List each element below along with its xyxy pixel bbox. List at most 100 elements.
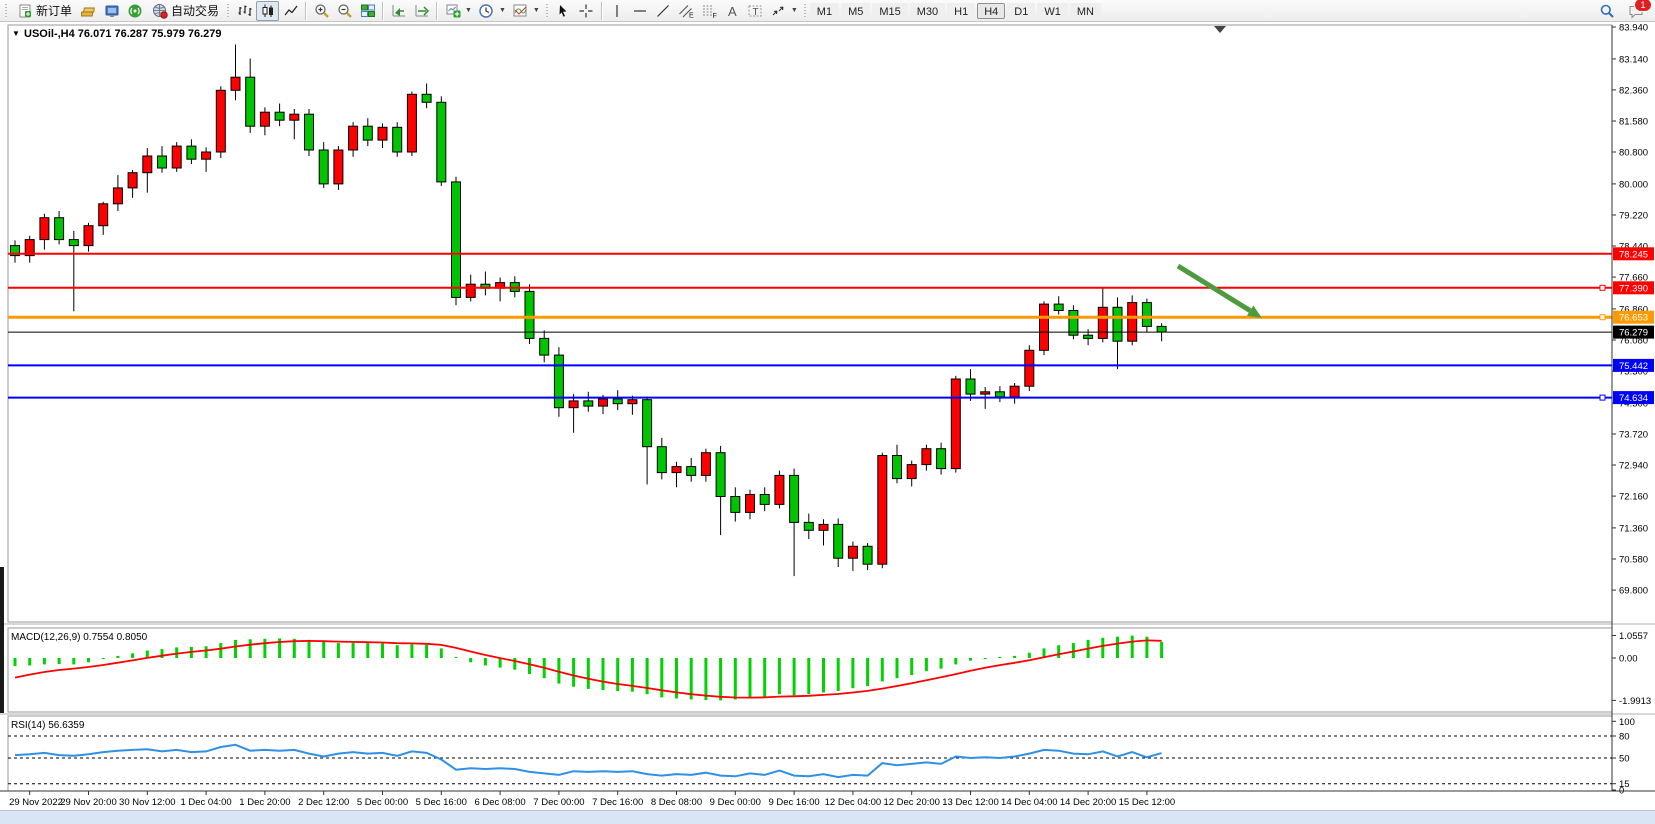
- text-icon: A: [724, 2, 741, 19]
- zoom-in-button[interactable]: [310, 1, 333, 21]
- candle-up: [334, 150, 343, 184]
- time-tick-label: 1 Dec 04:00: [180, 797, 231, 808]
- candle-up: [981, 392, 990, 394]
- channel-button[interactable]: E: [675, 1, 698, 21]
- timeframe-button-w1[interactable]: W1: [1037, 3, 1068, 19]
- line-handle[interactable]: [1600, 395, 1605, 400]
- candle-down: [731, 497, 740, 513]
- terminal-button[interactable]: [100, 1, 123, 21]
- time-tick-label: 14 Dec 20:00: [1060, 797, 1117, 808]
- line-handle[interactable]: [1600, 285, 1605, 290]
- time-tick-label: 7 Dec 00:00: [533, 797, 584, 808]
- auto-scroll-button[interactable]: [387, 1, 410, 21]
- rsi-scale-label: 80: [1619, 732, 1630, 743]
- search-button[interactable]: [1595, 1, 1618, 21]
- candle-down: [1142, 303, 1151, 327]
- signal-button[interactable]: [123, 1, 146, 21]
- autotrading-button[interactable]: 自动交易: [146, 1, 224, 21]
- tile-windows-button[interactable]: [356, 1, 379, 21]
- price-tick-label: 79.220: [1619, 211, 1648, 222]
- market-watch-button[interactable]: [77, 1, 100, 21]
- candle-down: [422, 94, 431, 102]
- timeframe-button-m5[interactable]: M5: [841, 3, 870, 19]
- candlestick-chart-button[interactable]: [256, 1, 279, 21]
- chart-shift-button[interactable]: [410, 1, 433, 21]
- candle-up: [99, 204, 108, 226]
- macd-label: MACD(12,26,9) 0.7554 0.8050: [11, 632, 148, 643]
- macd-scale-label: 1.0557: [1619, 631, 1648, 642]
- toolbar-separator: [382, 2, 384, 20]
- label-tool-button[interactable]: T: [744, 1, 767, 21]
- new-chart-button[interactable]: ▼: [441, 1, 475, 21]
- dropdown-arrow-icon: ▼: [499, 7, 506, 14]
- timeframe-button-m30[interactable]: M30: [910, 3, 945, 19]
- indicators-button[interactable]: ▼: [509, 1, 543, 21]
- time-tick-label: 12 Dec 20:00: [883, 797, 940, 808]
- candle-up: [113, 188, 122, 204]
- auto-scroll-icon: [390, 2, 407, 19]
- timeframe-button-m1[interactable]: M1: [810, 3, 839, 19]
- crosshair-button[interactable]: [575, 1, 598, 21]
- bar-chart-button[interactable]: [233, 1, 256, 21]
- timeframe-button-d1[interactable]: D1: [1007, 3, 1035, 19]
- rsi-scale-label: 50: [1619, 754, 1630, 765]
- candle-down: [554, 355, 563, 408]
- chart-title: ▼USOil-,H4 76.071 76.287 75.979 76.279: [12, 28, 222, 40]
- candle-down: [55, 218, 64, 240]
- price-tick-label: 81.580: [1619, 117, 1648, 128]
- toolbar-grip[interactable]: [4, 4, 9, 18]
- price-tick-label: 71.360: [1619, 523, 1648, 534]
- time-tick-label: 9 Dec 16:00: [768, 797, 819, 808]
- candle-down: [1084, 335, 1093, 338]
- timeframe-button-h4[interactable]: H4: [977, 3, 1005, 19]
- rsi-label: RSI(14) 56.6359: [11, 720, 85, 731]
- candle-down: [437, 102, 446, 182]
- candle-up: [819, 524, 828, 530]
- time-tick-label: 29 Nov 20:00: [60, 797, 117, 808]
- candle-up: [569, 401, 578, 408]
- chart-shift-icon: [413, 2, 430, 19]
- candle-down: [687, 467, 696, 476]
- candle-down: [657, 447, 666, 473]
- time-tick-label: 29 Nov 2022: [9, 797, 63, 808]
- vertical-line-button[interactable]: [606, 1, 629, 21]
- text-tool-button[interactable]: A: [721, 1, 744, 21]
- rsi-pane[interactable]: [8, 716, 1612, 791]
- line-handle[interactable]: [1600, 315, 1605, 320]
- candle-down: [834, 524, 843, 558]
- periods-button[interactable]: ▼: [475, 1, 509, 21]
- time-tick-label: 15 Dec 12:00: [1119, 797, 1176, 808]
- timeframe-button-m15[interactable]: M15: [872, 3, 907, 19]
- cursor-button[interactable]: [552, 1, 575, 21]
- line-chart-icon: [282, 2, 299, 19]
- toolbar-grip[interactable]: [226, 4, 231, 18]
- chat-button[interactable]: 1: [1624, 1, 1647, 21]
- candle-up: [260, 112, 269, 126]
- time-tick-label: 13 Dec 12:00: [942, 797, 999, 808]
- candle-up: [1098, 307, 1107, 338]
- zoom-out-icon: [336, 2, 353, 19]
- timeframe-button-h1[interactable]: H1: [947, 3, 975, 19]
- candle-down: [995, 392, 1004, 397]
- collapse-icon[interactable]: ▼: [12, 29, 20, 38]
- toolbar-grip[interactable]: [545, 4, 550, 18]
- candle-down: [393, 127, 402, 152]
- candlestick-icon: [259, 2, 276, 19]
- candle-up: [1128, 303, 1137, 342]
- time-tick-label: 12 Dec 04:00: [825, 797, 882, 808]
- arrows-tool-button[interactable]: ▼: [767, 1, 801, 21]
- horizontal-line-button[interactable]: [629, 1, 652, 21]
- svg-text:A: A: [728, 4, 737, 19]
- zoom-out-button[interactable]: [333, 1, 356, 21]
- candle-down: [69, 240, 78, 246]
- crosshair-icon: [578, 2, 595, 19]
- timeframe-button-mn[interactable]: MN: [1070, 3, 1101, 19]
- toolbar-grip[interactable]: [803, 4, 808, 18]
- trendline-button[interactable]: [652, 1, 675, 21]
- trendline-icon: [655, 2, 672, 19]
- new-order-button[interactable]: 新订单: [11, 1, 77, 21]
- chart-window[interactable]: 83.94083.14082.36081.58080.80080.00079.2…: [0, 0, 1655, 823]
- candle-down: [305, 114, 314, 150]
- fibonacci-button[interactable]: F: [698, 1, 721, 21]
- line-chart-button[interactable]: [279, 1, 302, 21]
